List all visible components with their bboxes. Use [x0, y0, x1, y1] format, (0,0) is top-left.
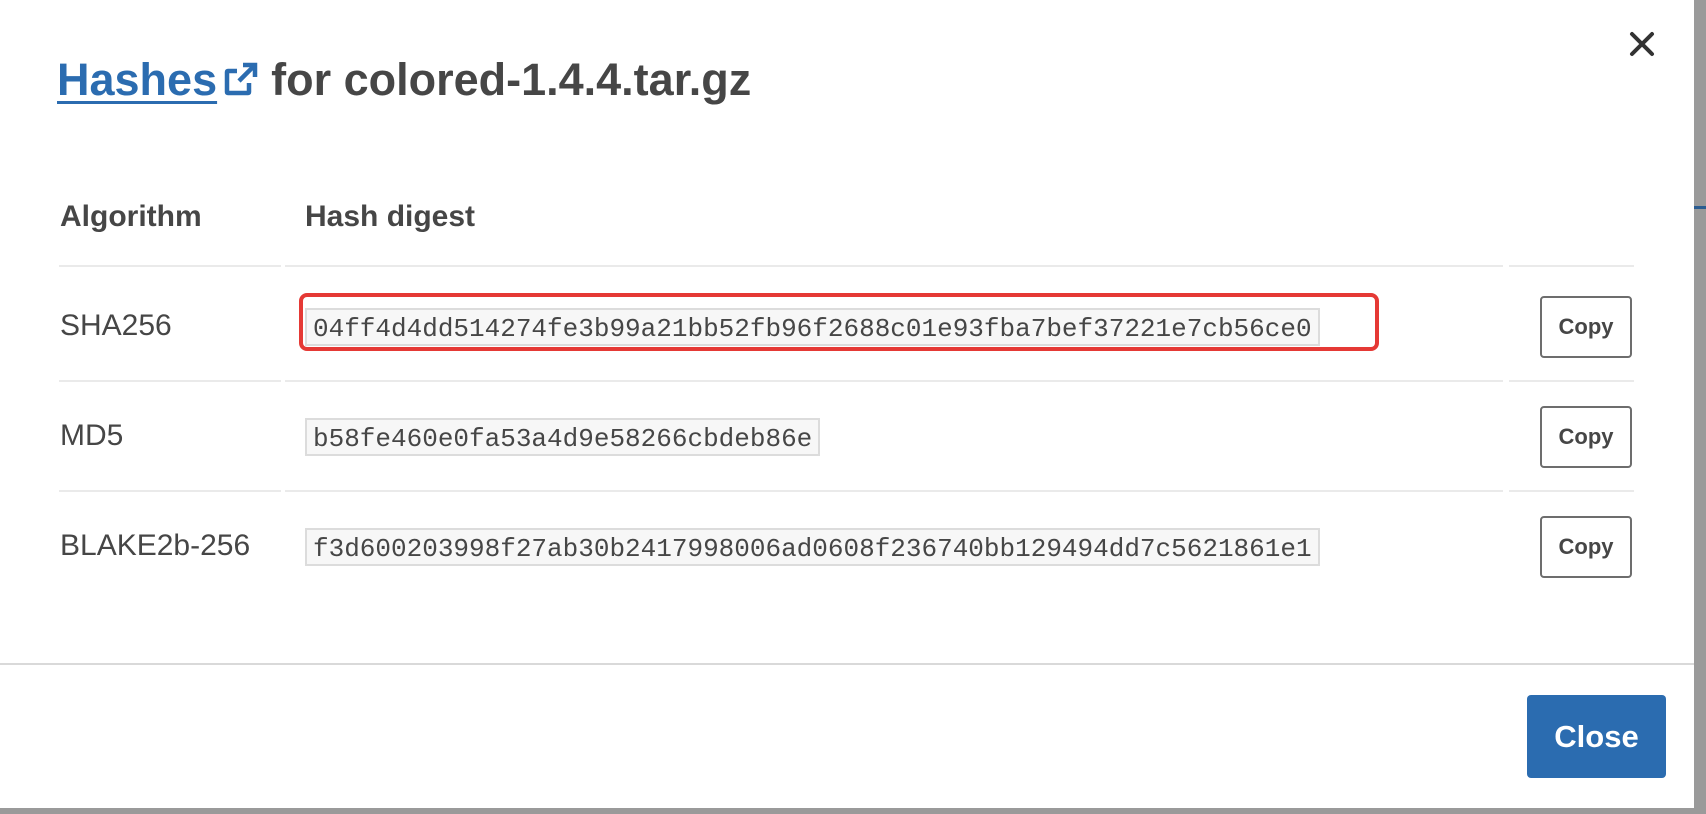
copy-md5-button[interactable]: Copy: [1540, 406, 1632, 468]
table-rule: [1509, 380, 1634, 382]
hashes-modal: Hashes for colored-1.4.4.tar.gz Algorithm…: [0, 0, 1694, 808]
table-rule: [1509, 490, 1634, 492]
hash-digest-md5[interactable]: b58fe460e0fa53a4d9e58266cbdeb86e: [305, 418, 821, 456]
table-rule: [1509, 265, 1634, 267]
hashes-doc-link[interactable]: Hashes: [57, 54, 271, 105]
title-filename: for colored-1.4.4.tar.gz: [271, 54, 752, 105]
hashes-link-label: Hashes: [57, 54, 218, 105]
close-x-button[interactable]: [1622, 24, 1662, 64]
modal-title: Hashes for colored-1.4.4.tar.gz: [57, 50, 751, 110]
table-rule: [59, 265, 281, 267]
table-rule: [285, 265, 1503, 267]
highlight-box: [299, 293, 1379, 351]
page-backdrop: [1694, 0, 1706, 814]
column-header-hash-digest: Hash digest: [305, 200, 476, 233]
table-rule: [285, 380, 1503, 382]
hash-digest-blake2b-256[interactable]: f3d600203998f27ab30b2417998006ad0608f236…: [305, 528, 1320, 566]
close-button[interactable]: Close: [1527, 695, 1666, 778]
column-header-algorithm: Algorithm: [60, 200, 202, 233]
close-icon: [1630, 32, 1654, 56]
copy-sha256-button[interactable]: Copy: [1540, 296, 1632, 358]
algorithm-md5: MD5: [60, 419, 124, 452]
algorithm-sha256: SHA256: [60, 309, 172, 342]
page-backdrop-bottom: [0, 808, 1706, 814]
copy-blake2b-256-button[interactable]: Copy: [1540, 516, 1632, 578]
table-rule: [59, 490, 281, 492]
table-rule: [285, 490, 1503, 492]
backdrop-link-fragment: [1694, 186, 1706, 216]
table-rule: [59, 380, 281, 382]
footer-divider: [0, 663, 1694, 665]
algorithm-blake2b-256: BLAKE2b-256: [60, 529, 251, 562]
external-link-icon: [221, 59, 261, 99]
